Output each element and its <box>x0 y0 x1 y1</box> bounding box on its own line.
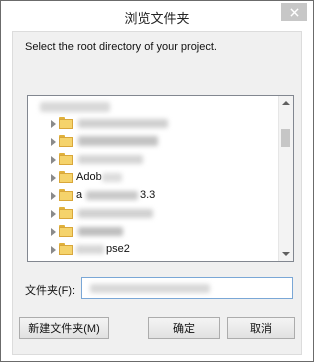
obscured-value <box>90 284 210 293</box>
folder-icon <box>59 207 73 219</box>
obscured-label <box>78 136 158 146</box>
ok-button[interactable]: 确定 <box>148 317 220 339</box>
folder-icon <box>59 225 73 237</box>
expand-arrow-icon[interactable] <box>51 246 56 254</box>
tree-item[interactable]: Adob <box>28 168 279 188</box>
obscured-label <box>78 119 168 128</box>
tree-item-label: pse2 <box>106 243 130 255</box>
folder-field-row: 文件夹(F): <box>25 277 293 301</box>
tree-item-label: a <box>76 189 83 201</box>
folder-icon <box>59 135 73 147</box>
close-button[interactable] <box>281 3 307 21</box>
obscured-label <box>40 102 110 112</box>
tree-item[interactable] <box>28 222 279 242</box>
dialog-body: Select the root directory of your projec… <box>12 31 302 355</box>
obscured-label <box>102 173 122 182</box>
folder-icon <box>59 243 73 255</box>
tree-item[interactable] <box>28 114 279 134</box>
folder-path-input[interactable] <box>81 277 293 299</box>
folder-icon <box>59 171 73 183</box>
tree-item[interactable] <box>28 132 279 152</box>
expand-arrow-icon[interactable] <box>51 228 56 236</box>
folder-tree[interactable]: Adob a 3.3 pse2 <box>27 95 294 262</box>
tree-item-label: Adob <box>76 171 102 183</box>
expand-arrow-icon[interactable] <box>51 156 56 164</box>
scrollbar-thumb[interactable] <box>281 129 290 147</box>
scroll-up-icon[interactable] <box>282 101 290 105</box>
expand-arrow-icon[interactable] <box>51 174 56 182</box>
expand-arrow-icon[interactable] <box>51 210 56 218</box>
dialog-title: 浏览文件夹 <box>124 11 190 26</box>
tree-item[interactable]: a 3.3 <box>28 186 279 206</box>
prompt-text: Select the root directory of your projec… <box>25 41 217 53</box>
folder-icon <box>59 117 73 129</box>
obscured-label <box>78 209 153 218</box>
scroll-down-icon[interactable] <box>282 252 290 256</box>
folder-icon <box>59 189 73 201</box>
close-icon <box>289 7 299 17</box>
cancel-button[interactable]: 取消 <box>227 317 295 339</box>
browse-folder-dialog: 浏览文件夹 Select the root directory of your … <box>0 0 314 362</box>
vertical-scrollbar[interactable] <box>278 96 293 261</box>
obscured-label <box>78 227 123 236</box>
tree-item[interactable] <box>28 204 279 224</box>
folder-icon <box>59 153 73 165</box>
tree-item[interactable] <box>28 150 279 170</box>
expand-arrow-icon[interactable] <box>51 120 56 128</box>
expand-arrow-icon[interactable] <box>51 138 56 146</box>
folder-tree-items: Adob a 3.3 pse2 <box>28 96 279 261</box>
new-folder-button[interactable]: 新建文件夹(M) <box>19 317 109 339</box>
title-bar[interactable]: 浏览文件夹 <box>1 1 313 31</box>
expand-arrow-icon[interactable] <box>51 192 56 200</box>
tree-item-label-suffix: 3.3 <box>140 189 156 201</box>
obscured-label <box>76 245 104 254</box>
tree-item[interactable]: pse2 <box>28 240 279 260</box>
folder-field-label: 文件夹(F): <box>25 285 76 297</box>
obscured-label <box>78 155 143 164</box>
obscured-label <box>86 191 138 200</box>
